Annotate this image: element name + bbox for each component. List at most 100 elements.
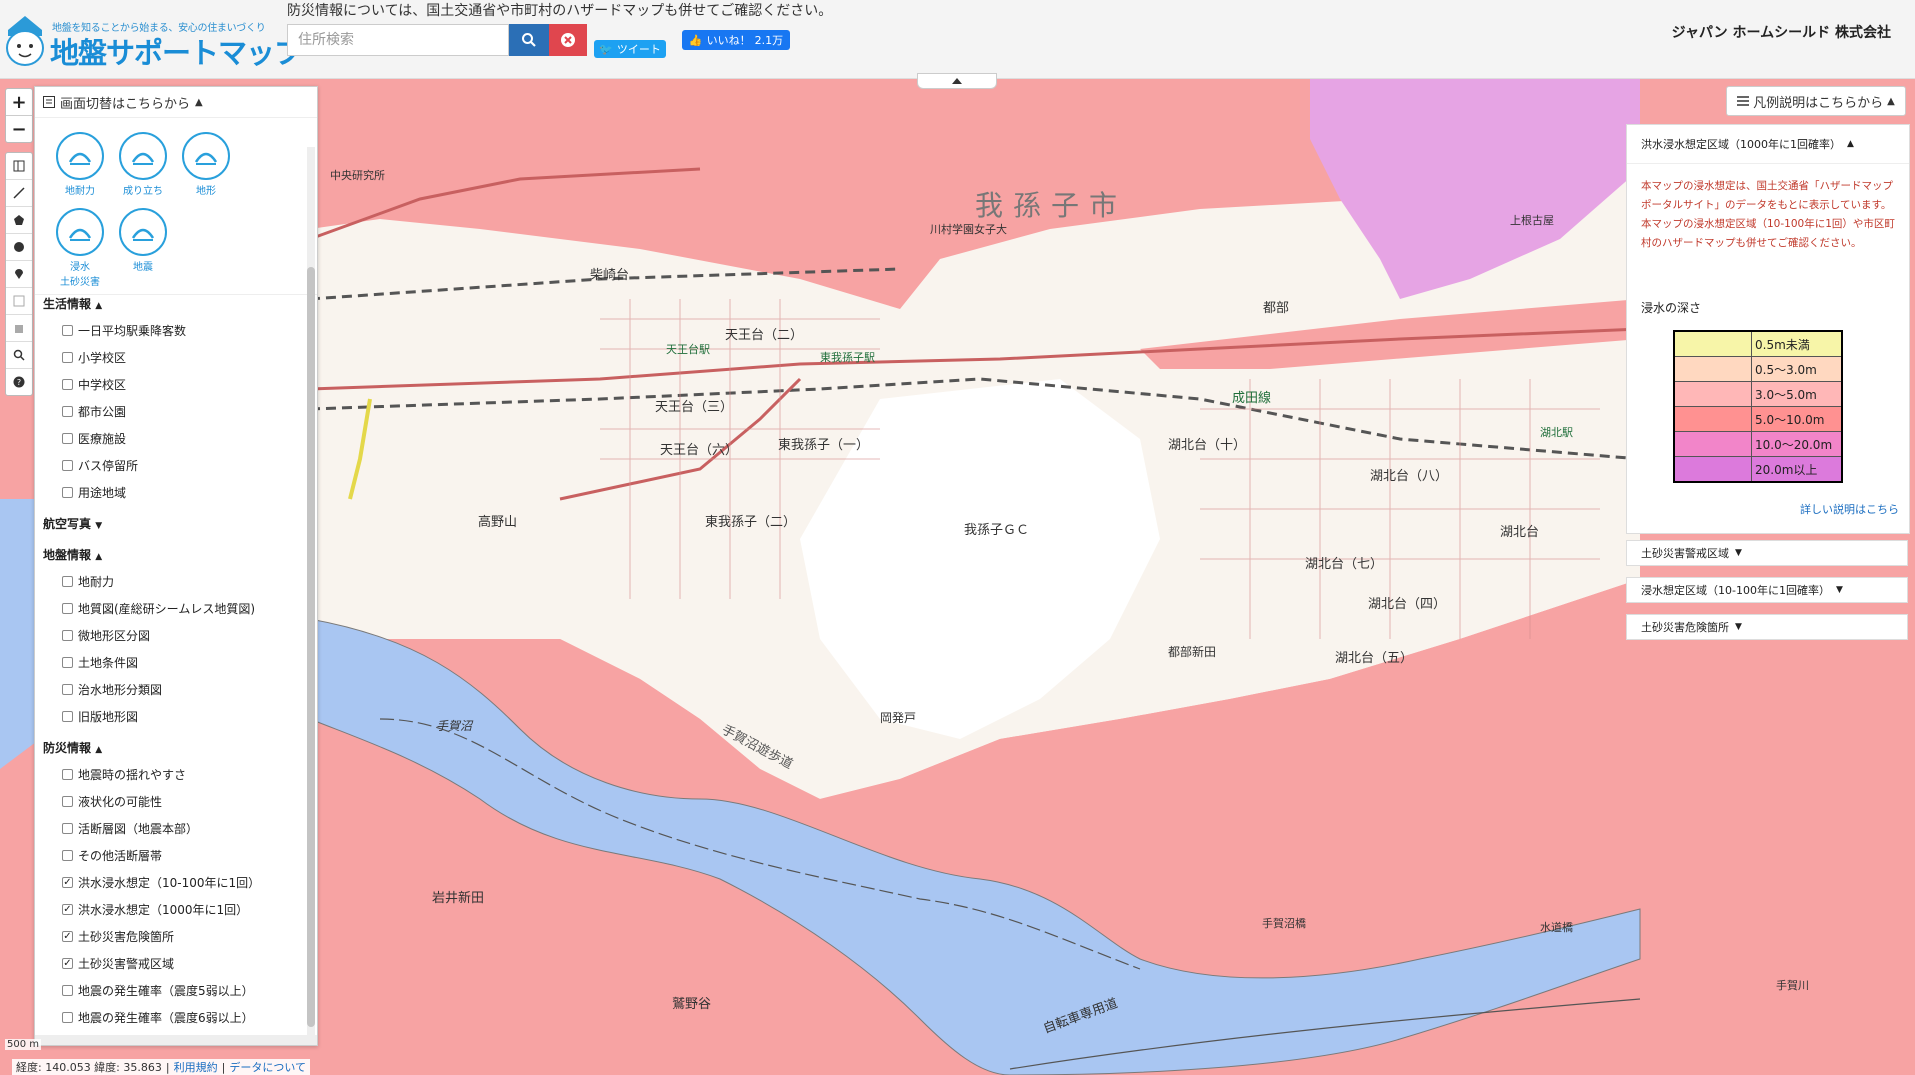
checkbox[interactable] bbox=[62, 576, 73, 587]
checkbox[interactable] bbox=[62, 1012, 73, 1023]
checkbox[interactable] bbox=[62, 460, 73, 471]
layer-checkbox-row[interactable]: 液状化の可能性 bbox=[62, 793, 162, 810]
layer-checkbox-row[interactable]: 土地条件図 bbox=[62, 654, 138, 671]
tweet-button[interactable]: 🐦 ツイート bbox=[594, 40, 666, 58]
checkbox[interactable] bbox=[62, 769, 73, 780]
draw-line-button[interactable] bbox=[6, 180, 32, 207]
checkbox[interactable]: ✓ bbox=[62, 877, 73, 888]
house-ground-icon bbox=[56, 132, 104, 180]
zoom-out-button[interactable]: − bbox=[6, 116, 32, 142]
layer-checkbox-row[interactable]: 中学校区 bbox=[62, 376, 126, 393]
checkbox[interactable] bbox=[62, 711, 73, 722]
caret-icon: ▲ bbox=[95, 552, 103, 562]
mode-label: 土砂災害 bbox=[60, 277, 100, 288]
view-switch-header[interactable]: 画面切替はこちらから ▲ bbox=[35, 87, 317, 118]
checkbox[interactable] bbox=[62, 325, 73, 336]
search-button[interactable] bbox=[509, 24, 549, 56]
checkbox[interactable] bbox=[62, 823, 73, 834]
legend-title-row[interactable]: 洪水浸水想定区域（1000年に1回確率） ▲ bbox=[1627, 125, 1909, 164]
layer-checkbox-row[interactable]: 地震時の揺れやすさ bbox=[62, 766, 186, 783]
legend-more-link[interactable]: 詳しい説明はこちら bbox=[1800, 501, 1899, 517]
address-search-input[interactable] bbox=[287, 24, 509, 56]
about-data-link[interactable]: データについて bbox=[229, 1059, 306, 1075]
checkbox[interactable] bbox=[62, 657, 73, 668]
clear-search-button[interactable] bbox=[549, 24, 587, 56]
view-switch-label: 画面切替はこちらから bbox=[60, 96, 191, 112]
layer-checkbox-row[interactable]: 都市公園 bbox=[62, 403, 126, 420]
delete-button[interactable] bbox=[6, 315, 32, 342]
layer-checkbox-row[interactable]: 地耐力 bbox=[62, 573, 114, 590]
checkbox-label: バス停留所 bbox=[78, 459, 139, 473]
section-title-1[interactable]: 航空写真 ▼ bbox=[43, 515, 102, 532]
marker-icon bbox=[15, 269, 23, 279]
draw-marker-button[interactable] bbox=[6, 261, 32, 288]
layer-checkbox-row[interactable]: 活断層図（地震本部） bbox=[62, 820, 198, 837]
layer-checkbox-row[interactable]: 医療施設 bbox=[62, 430, 126, 447]
legend-depth-row: 3.0～5.0m bbox=[1673, 381, 1843, 407]
section-title-2[interactable]: 地盤情報 ▲ bbox=[43, 546, 102, 563]
disaster-notice: 防災情報については、国土交通省や市町村のハザードマップも併せてご確認ください。 bbox=[287, 3, 833, 19]
layer-checkbox-row[interactable]: 治水地形分類図 bbox=[62, 681, 162, 698]
mode-button-2[interactable]: 地形 bbox=[178, 132, 234, 197]
layer-checkbox-row[interactable]: 地震の発生確率（震度5弱以上） bbox=[62, 982, 254, 999]
layer-checkbox-row[interactable]: ✓ 洪水浸水想定（10-100年に1回） bbox=[62, 874, 260, 891]
legend-collapsed-item[interactable]: 土砂災害警戒区域 ▼ bbox=[1626, 540, 1908, 566]
checkbox[interactable] bbox=[62, 796, 73, 807]
header-collapse-tab[interactable] bbox=[917, 73, 997, 89]
legend-title: 洪水浸水想定区域（1000年に1回確率） bbox=[1641, 138, 1841, 151]
sidebar-toggle-button[interactable] bbox=[6, 153, 32, 180]
checkbox[interactable] bbox=[62, 379, 73, 390]
layer-checkbox-row[interactable]: 地震の発生確率（震度6弱以上） bbox=[62, 1009, 254, 1026]
help-button[interactable]: ? bbox=[6, 369, 32, 395]
facebook-like-button[interactable]: 👍 いいね！ 2.1万 bbox=[682, 30, 790, 50]
checkbox[interactable] bbox=[62, 630, 73, 641]
edit-button[interactable] bbox=[6, 288, 32, 315]
layer-checkbox-row[interactable]: 一日平均駅乗降客数 bbox=[62, 322, 186, 339]
draw-polygon-button[interactable] bbox=[6, 207, 32, 234]
draw-circle-button[interactable] bbox=[6, 234, 32, 261]
site-logo[interactable]: 地盤を知ることから始まる、安心の住まいづくり 地盤サポートマップ bbox=[4, 6, 303, 72]
checkbox[interactable] bbox=[62, 487, 73, 498]
layer-checkbox-row[interactable]: 微地形区分図 bbox=[62, 627, 150, 644]
terms-link[interactable]: 利用規約 bbox=[174, 1059, 218, 1075]
mode-button-0[interactable]: 地耐力 bbox=[52, 132, 108, 197]
checkbox[interactable]: ✓ bbox=[62, 904, 73, 915]
checkbox[interactable] bbox=[62, 684, 73, 695]
checkbox[interactable]: ✓ bbox=[62, 958, 73, 969]
layer-checkbox-row[interactable]: 用途地域 bbox=[62, 484, 126, 501]
section-title-3[interactable]: 防災情報 ▲ bbox=[43, 739, 102, 756]
layer-checkbox-row[interactable]: 旧版地形図 bbox=[62, 708, 138, 725]
like-label: いいね！ bbox=[706, 34, 751, 47]
sidebar-hscrollbar[interactable] bbox=[35, 1035, 317, 1045]
checkbox[interactable] bbox=[62, 352, 73, 363]
zoom-in-button[interactable]: + bbox=[6, 89, 32, 116]
mode-button-3[interactable]: 浸水 土砂災害 bbox=[52, 208, 108, 288]
layer-checkbox-row[interactable]: 小学校区 bbox=[62, 349, 126, 366]
search-map-button[interactable] bbox=[6, 342, 32, 369]
layer-checkbox-row[interactable]: 地質図(産総研シームレス地質図) bbox=[62, 600, 255, 617]
map-label-tegawa: 手賀川 bbox=[1776, 979, 1809, 992]
scrollbar-thumb[interactable] bbox=[307, 267, 315, 1027]
layer-checkbox-row[interactable]: ✓ 土砂災害警戒区域 bbox=[62, 955, 174, 972]
legend-depth-row: 5.0～10.0m bbox=[1673, 406, 1843, 432]
map-label-tennodai3: 天王台（三） bbox=[655, 400, 734, 415]
checkbox[interactable]: ✓ bbox=[62, 931, 73, 942]
checkbox[interactable] bbox=[62, 850, 73, 861]
checkbox[interactable] bbox=[62, 406, 73, 417]
mode-button-4[interactable]: 地震 bbox=[115, 208, 171, 273]
checkbox[interactable] bbox=[62, 603, 73, 614]
section-title-0[interactable]: 生活情報 ▲ bbox=[43, 295, 102, 312]
legend-collapsed-item[interactable]: 浸水想定区域（10-100年に1回確率） ▼ bbox=[1626, 577, 1908, 603]
layer-checkbox-row[interactable]: ✓ 洪水浸水想定（1000年に1回） bbox=[62, 901, 248, 918]
checkbox[interactable] bbox=[62, 433, 73, 444]
legend-toggle-button[interactable]: 凡例説明はこちらから ▲ bbox=[1726, 86, 1906, 116]
legend-collapsed-item[interactable]: 土砂災害危険箇所 ▼ bbox=[1626, 614, 1908, 640]
mode-button-1[interactable]: 成り立ち bbox=[115, 132, 171, 197]
layer-checkbox-row[interactable]: バス停留所 bbox=[62, 457, 138, 474]
sidebar-scrollbar[interactable] bbox=[307, 147, 315, 1037]
layer-checkbox-row[interactable]: ✓ 土砂災害危険箇所 bbox=[62, 928, 174, 945]
checkbox[interactable] bbox=[62, 985, 73, 996]
legend-toggle-label: 凡例説明はこちらから bbox=[1753, 95, 1884, 111]
caret-icon: ▲ bbox=[95, 301, 103, 311]
layer-checkbox-row[interactable]: その他活断層帯 bbox=[62, 847, 162, 864]
